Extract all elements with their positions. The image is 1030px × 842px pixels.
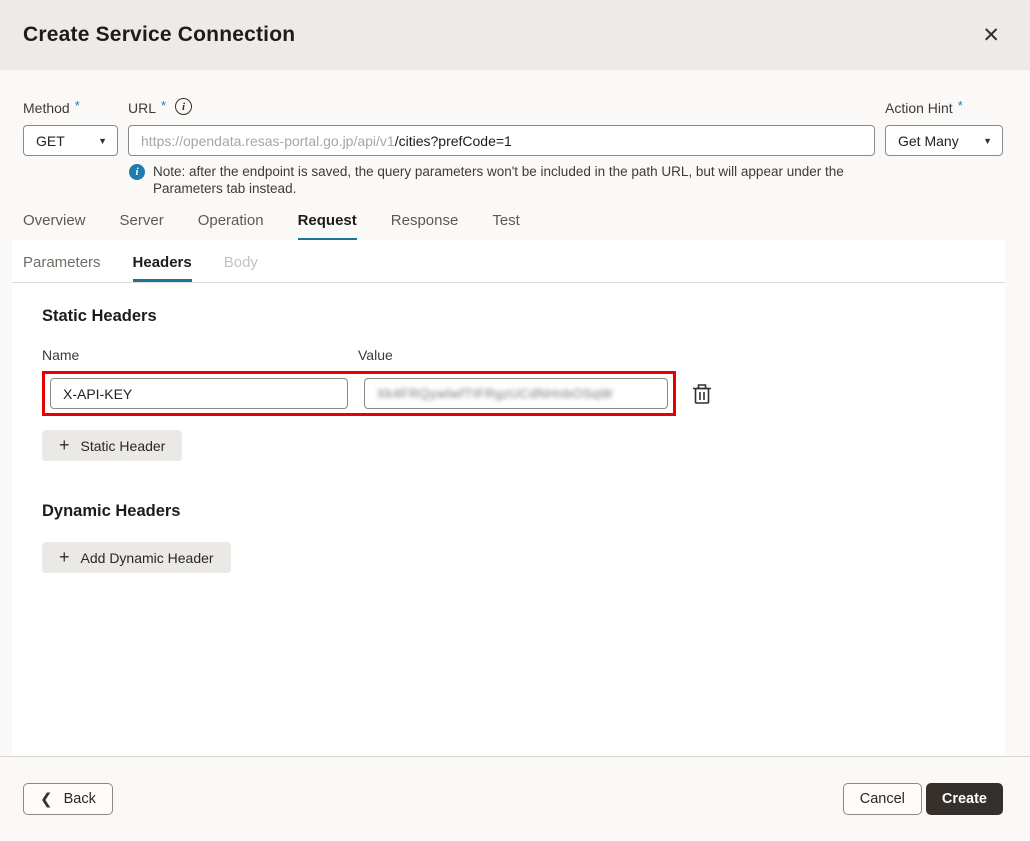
info-icon[interactable]: i [175,98,192,115]
subtab-body: Body [224,254,258,282]
header-column-labels: Name Value [42,347,1005,363]
header-value-input[interactable]: Xk4FRQywlwfTIFRgzUCdNHnbOSqW [364,378,668,409]
static-headers-title: Static Headers [42,307,1005,326]
url-note: i Note: after the endpoint is saved, the… [0,156,1030,197]
add-dynamic-header-button[interactable]: + Add Dynamic Header [42,542,231,573]
name-column-label: Name [42,347,358,363]
url-prefix-text: https://opendata.resas-portal.go.jp/api/… [141,133,395,149]
action-hint-select[interactable]: Get Many ▼ [885,125,1003,156]
required-asterisk: * [75,100,80,112]
required-asterisk: * [161,100,166,112]
create-button[interactable]: Create [926,783,1003,815]
action-hint-label: Action Hint * [885,100,1003,116]
value-column-label: Value [358,347,393,363]
url-label-text: URL [128,100,156,116]
caret-down-icon: ▼ [98,136,107,146]
dialog-footer: ❮ Back Cancel Create [0,756,1030,841]
method-field: Method * GET ▼ [23,100,118,156]
tab-request[interactable]: Request [298,212,357,241]
url-field: URL * i https://opendata.resas-portal.go… [128,100,875,156]
dialog-title: Create Service Connection [23,23,295,47]
trash-icon [692,383,712,405]
back-button-label: Back [64,791,96,807]
chevron-left-icon: ❮ [40,790,53,808]
url-input[interactable]: https://opendata.resas-portal.go.jp/api/… [128,125,875,156]
tab-response[interactable]: Response [391,212,459,241]
subtab-headers[interactable]: Headers [133,254,192,282]
subtab-parameters[interactable]: Parameters [23,254,101,282]
dynamic-headers-title: Dynamic Headers [42,502,1005,521]
cancel-button[interactable]: Cancel [843,783,922,815]
tab-test[interactable]: Test [492,212,520,241]
headers-content: Static Headers Name Value X-API-KEY Xk4F… [12,283,1005,573]
request-subtabbar: Parameters Headers Body [12,240,1005,283]
method-label-text: Method [23,100,70,116]
action-hint-label-text: Action Hint [885,100,953,116]
close-icon[interactable]: ✕ [978,21,1004,50]
caret-down-icon: ▼ [983,136,992,146]
highlight-annotation-box: X-API-KEY Xk4FRQywlwfTIFRgzUCdNHnbOSqW [42,371,676,416]
add-static-header-label: Static Header [81,438,166,454]
header-value-redacted: Xk4FRQywlwfTIFRgzUCdNHnbOSqW [377,386,613,401]
footer-actions: Cancel Create [843,783,1003,815]
tab-operation[interactable]: Operation [198,212,264,241]
delete-header-button[interactable] [690,381,714,407]
url-path-text: /cities?prefCode=1 [395,133,512,149]
header-name-input[interactable]: X-API-KEY [50,378,348,409]
header-name-value: X-API-KEY [63,386,132,402]
plus-icon: + [59,436,70,454]
action-hint-field: Action Hint * Get Many ▼ [885,100,1003,156]
method-label: Method * [23,100,118,116]
method-selected-value: GET [36,133,65,149]
tab-overview[interactable]: Overview [23,212,86,241]
request-tab-panel: Parameters Headers Body Static Headers N… [12,240,1005,756]
info-badge-icon: i [129,164,145,180]
endpoint-form-row: Method * GET ▼ URL * i https://opendata.… [0,70,1030,156]
back-button[interactable]: ❮ Back [23,783,113,815]
create-service-connection-dialog: { "colors": { "accent_teal": "#1b7496", … [0,0,1030,842]
tab-server[interactable]: Server [120,212,164,241]
plus-icon: + [59,548,70,566]
dialog-header: Create Service Connection ✕ [0,0,1030,70]
action-hint-selected-value: Get Many [898,133,959,149]
add-dynamic-header-label: Add Dynamic Header [81,550,214,566]
required-asterisk: * [958,100,963,112]
method-select[interactable]: GET ▼ [23,125,118,156]
static-header-row: X-API-KEY Xk4FRQywlwfTIFRgzUCdNHnbOSqW [42,371,1005,416]
main-tabbar: Overview Server Operation Request Respon… [0,197,1030,241]
note-text: Note: after the endpoint is saved, the q… [153,163,865,197]
add-static-header-button[interactable]: + Static Header [42,430,182,461]
url-label: URL * i [128,100,875,116]
